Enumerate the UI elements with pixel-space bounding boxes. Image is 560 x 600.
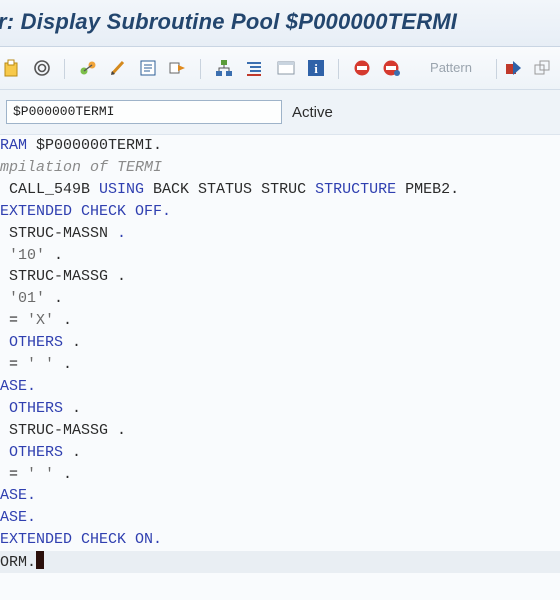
- new-object-icon[interactable]: [2, 58, 22, 78]
- code-token: mpilation of TERMI: [0, 158, 163, 176]
- program-name-field[interactable]: $P000000TERMI: [6, 100, 282, 124]
- code-token: STRUC-MASSN: [0, 224, 118, 242]
- code-token: =: [0, 356, 28, 373]
- svg-text:i: i: [314, 61, 318, 76]
- code-line[interactable]: ORM.: [0, 551, 560, 574]
- code-token: ' ': [27, 356, 64, 373]
- code-line[interactable]: OTHERS .: [0, 442, 81, 464]
- pattern-button[interactable]: Pattern: [412, 58, 490, 78]
- code-line[interactable]: EXTENDED CHECK OFF.: [0, 201, 171, 223]
- code-line[interactable]: = ' ' .: [0, 354, 72, 376]
- code-line[interactable]: '10' .: [0, 245, 63, 267]
- code-token: .: [117, 224, 127, 242]
- code-line[interactable]: STRUC-MASSN .: [0, 223, 126, 245]
- code-token: OTHERS: [0, 334, 73, 352]
- code-line[interactable]: EXTENDED CHECK ON.: [0, 529, 162, 551]
- code-token: STRUC-MASSG .: [0, 421, 127, 439]
- code-line[interactable]: CALL_549B USING BACK STATUS STRUC STRUCT…: [0, 179, 459, 201]
- text-cursor: [36, 551, 45, 570]
- application-toolbar: i Pattern: [0, 47, 560, 90]
- code-line[interactable]: STRUC-MASSG .: [0, 266, 126, 288]
- code-line[interactable]: STRUC-MASSG .: [0, 420, 126, 442]
- where-used-icon[interactable]: [78, 58, 98, 78]
- code-line[interactable]: OTHERS .: [0, 332, 81, 354]
- toolbar-separator: [200, 59, 201, 79]
- window-title: r: Display Subroutine Pool $P000000TERMI: [0, 9, 458, 34]
- hierarchy-icon[interactable]: [214, 58, 234, 78]
- code-token: .: [72, 443, 82, 461]
- session-breakpoint-icon[interactable]: [382, 58, 402, 78]
- arrow-icon[interactable]: [504, 58, 524, 78]
- code-token: ASE.: [0, 509, 37, 527]
- code-token: =: [0, 465, 28, 483]
- code-token: .: [72, 334, 82, 352]
- code-token: CALL_549B: [0, 180, 100, 198]
- code-line[interactable]: RAM $P000000TERMI.: [0, 135, 162, 157]
- toolbar-separator: [338, 59, 339, 79]
- code-token: ' ': [27, 465, 64, 483]
- code-token: OTHERS: [0, 399, 73, 417]
- code-token: STRUC-MASSG .: [0, 268, 127, 286]
- code-line[interactable]: ASE.: [0, 507, 36, 529]
- code-token: ASE.: [0, 377, 37, 395]
- more-icon[interactable]: [532, 58, 552, 78]
- code-line[interactable]: ASE.: [0, 376, 36, 398]
- abap-code-editor[interactable]: RAM $P000000TERMI. mpilation of TERMI CAL…: [0, 135, 560, 600]
- window-icon[interactable]: [276, 58, 296, 78]
- info-icon[interactable]: i: [306, 58, 326, 78]
- code-token: =: [0, 312, 28, 330]
- breakpoint-icon[interactable]: [352, 58, 372, 78]
- code-token: PMEB2.: [405, 180, 460, 198]
- code-token: RAM: [0, 137, 37, 154]
- code-token: '10': [0, 246, 55, 264]
- activate-icon[interactable]: [32, 58, 52, 78]
- code-line[interactable]: ASE.: [0, 485, 36, 507]
- code-token: USING: [99, 180, 154, 198]
- code-line[interactable]: mpilation of TERMI: [0, 157, 162, 179]
- title-bar: r: Display Subroutine Pool $P000000TERMI: [0, 0, 560, 47]
- code-line[interactable]: '01' .: [0, 288, 63, 310]
- code-token: 'X': [27, 312, 64, 330]
- toolbar-separator: [64, 59, 65, 79]
- object-status: Active: [292, 104, 333, 121]
- insert-statement-icon[interactable]: [138, 58, 158, 78]
- code-token: .: [54, 246, 64, 264]
- indent-icon[interactable]: [244, 58, 264, 78]
- toolbar-separator: [496, 59, 497, 79]
- code-line[interactable]: = 'X' .: [0, 310, 72, 332]
- code-token: .: [72, 399, 82, 417]
- code-token: OTHERS: [0, 443, 73, 461]
- code-line[interactable]: = ' ' .: [0, 464, 72, 486]
- code-token: $P000000TERMI.: [36, 137, 163, 154]
- code-token: STRUCTURE: [315, 180, 406, 198]
- object-bar: $P000000TERMI Active: [0, 90, 560, 135]
- code-line[interactable]: OTHERS .: [0, 398, 81, 420]
- code-token: .: [54, 290, 64, 308]
- code-token: .: [63, 356, 73, 373]
- code-token: EXTENDED CHECK OFF.: [0, 202, 172, 220]
- code-token: '01': [0, 290, 55, 308]
- navigate-icon[interactable]: [168, 58, 188, 78]
- code-token: ASE.: [0, 487, 37, 505]
- code-token: .: [63, 312, 73, 330]
- code-token: ORM.: [0, 554, 37, 572]
- code-token: EXTENDED CHECK ON.: [0, 531, 163, 549]
- code-token: BACK STATUS STRUC: [153, 180, 316, 198]
- edit-pencil-icon[interactable]: [108, 58, 128, 78]
- code-token: .: [63, 465, 73, 483]
